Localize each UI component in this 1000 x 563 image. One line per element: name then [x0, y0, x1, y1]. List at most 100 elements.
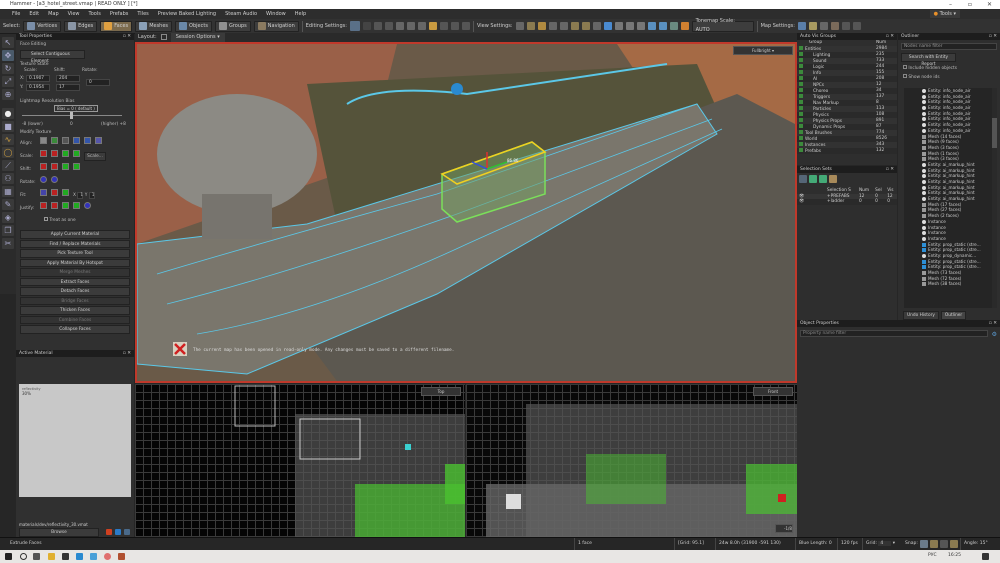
visibility-checkbox[interactable] [799, 81, 803, 86]
block-tool-icon[interactable]: ■ [2, 121, 14, 132]
visibility-checkbox[interactable] [799, 117, 803, 122]
settings-gear-icon[interactable]: ⚙ [992, 331, 997, 338]
scale-y-field[interactable]: 0.1954 [26, 84, 50, 91]
asset-browser-icon[interactable] [115, 529, 121, 535]
maximize-button[interactable]: ▫ [968, 0, 972, 9]
material-dropdown-icon[interactable] [124, 529, 130, 535]
setting-icon[interactable] [428, 22, 437, 30]
justify-icon[interactable] [62, 202, 69, 209]
menu-help[interactable]: Help [295, 9, 306, 19]
decal-tool-icon[interactable]: ❐ [2, 225, 14, 236]
tree-icon[interactable] [450, 22, 459, 30]
setting-icon[interactable] [406, 22, 415, 30]
visibility-checkbox[interactable] [799, 129, 803, 134]
add-to-set-icon[interactable] [809, 175, 817, 183]
viewport-3d[interactable]: Fullbright ▾ 86.86 The current map has b… [135, 42, 797, 383]
setting-icon[interactable] [417, 22, 426, 30]
new-set-icon[interactable] [799, 175, 807, 183]
edge-icon[interactable] [76, 553, 83, 560]
view-front-label[interactable]: Front [753, 387, 793, 396]
tool-button-find-replace-materials[interactable]: Find / Replace Materials [20, 239, 130, 248]
menu-map[interactable]: Map [48, 9, 59, 19]
menu-view[interactable]: View [68, 9, 80, 19]
session-options-dropdown[interactable]: Session Options ▾ [170, 33, 225, 42]
map-setting-icon[interactable] [819, 22, 828, 30]
setting-icon[interactable] [384, 22, 393, 30]
viewport-front[interactable]: Front -1/8 [466, 384, 797, 537]
snap-icon[interactable] [920, 540, 928, 548]
clock[interactable]: 16:25 [948, 553, 961, 558]
visibility-checkbox[interactable] [799, 87, 803, 92]
runner-icon[interactable] [636, 22, 645, 30]
store-icon[interactable] [62, 553, 69, 560]
menu-prefabs[interactable]: Prefabs [110, 9, 129, 19]
shift-icon[interactable] [73, 163, 80, 170]
view-icon[interactable] [658, 22, 667, 30]
view-icon[interactable] [669, 22, 678, 30]
view-icon[interactable] [592, 22, 601, 30]
mode-objects[interactable]: Objects [175, 20, 212, 32]
align-icon[interactable] [62, 137, 69, 144]
paint-tool-icon[interactable]: ✎ [2, 199, 14, 210]
close-panel-icon[interactable]: ▫ ✕ [123, 33, 131, 40]
select-contiguous-button[interactable]: Select Contiguous Element [20, 50, 85, 64]
tab-undo-history[interactable]: Undo History [903, 311, 939, 320]
close-panel-icon[interactable]: ▫ ✕ [989, 320, 997, 327]
translate-tool-icon[interactable]: ✥ [2, 50, 14, 61]
search-entity-report-button[interactable]: Search with Entity Report [901, 53, 956, 67]
light-tool-icon[interactable]: ● [2, 108, 14, 119]
setting-icon[interactable] [439, 22, 448, 30]
view-icon[interactable] [603, 22, 612, 30]
view-icon[interactable] [581, 22, 590, 30]
scale-icon[interactable] [73, 150, 80, 157]
outliner-tree[interactable]: Entity: info_node_air Entity: info_node_a… [904, 88, 994, 308]
shift-x-field[interactable]: 204 [56, 75, 80, 82]
view-mode-dropdown[interactable]: Fullbright ▾ [733, 46, 793, 55]
menu-tools[interactable]: Tools [89, 9, 101, 19]
setting-icon[interactable] [373, 22, 382, 30]
view-icon[interactable] [625, 22, 634, 30]
view-icon[interactable] [526, 22, 535, 30]
scale-icon[interactable] [62, 150, 69, 157]
material-editor-icon[interactable] [106, 529, 112, 535]
mode-groups[interactable]: Groups [214, 20, 251, 32]
close-panel-icon[interactable]: ▫ ✕ [886, 33, 894, 40]
visibility-checkbox[interactable] [799, 105, 803, 110]
outliner-item[interactable]: Mesh (38 faces) [904, 281, 994, 287]
delete-set-icon[interactable] [829, 175, 837, 183]
entity-tool-icon[interactable]: ⚇ [2, 173, 14, 184]
snap-icon[interactable] [940, 540, 948, 548]
show-node-ids-checkbox[interactable] [903, 73, 907, 78]
visibility-checkbox[interactable] [799, 63, 803, 68]
map-setting-icon[interactable] [841, 22, 850, 30]
scale-icon[interactable] [40, 150, 47, 157]
close-panel-icon[interactable]: ▫ ✕ [989, 33, 997, 40]
fit-icon[interactable] [40, 189, 47, 196]
visibility-checkbox[interactable] [799, 141, 803, 146]
node-name-filter-input[interactable]: Nodes name filter [901, 43, 997, 50]
visibility-checkbox[interactable] [799, 45, 803, 50]
start-icon[interactable] [5, 553, 12, 560]
snap-setting-icon[interactable] [349, 21, 360, 31]
cut-tool-icon[interactable]: ✂ [2, 238, 14, 249]
menu-steam-audio[interactable]: Steam Audio [225, 9, 257, 19]
tools-dropdown[interactable]: ● Tools ▾ [929, 10, 960, 18]
minimize-button[interactable]: – [949, 0, 952, 9]
treat-as-one-checkbox[interactable] [44, 217, 48, 221]
rotate-tool-icon[interactable]: ↻ [2, 63, 14, 74]
shift-y-field[interactable]: 17 [56, 84, 80, 91]
entity-marker[interactable] [451, 83, 463, 95]
viewport-top[interactable]: Top [135, 384, 465, 537]
tool-button-bridge-faces[interactable]: Bridge Faces [20, 296, 130, 305]
view-icon[interactable] [515, 22, 524, 30]
visibility-checkbox[interactable] [799, 69, 803, 74]
visibility-checkbox[interactable] [799, 99, 803, 104]
view-icon[interactable] [614, 22, 623, 30]
view-icon[interactable] [647, 22, 656, 30]
menu-window[interactable]: Window [266, 9, 286, 19]
eye-icon[interactable]: 👁 [797, 199, 825, 205]
align-icon[interactable] [95, 137, 102, 144]
tool-button-extract-faces[interactable]: Extract Faces [20, 277, 130, 286]
map-setting-icon[interactable] [808, 22, 817, 30]
tool-button-thicken-faces[interactable]: Thicken Faces [20, 306, 130, 315]
